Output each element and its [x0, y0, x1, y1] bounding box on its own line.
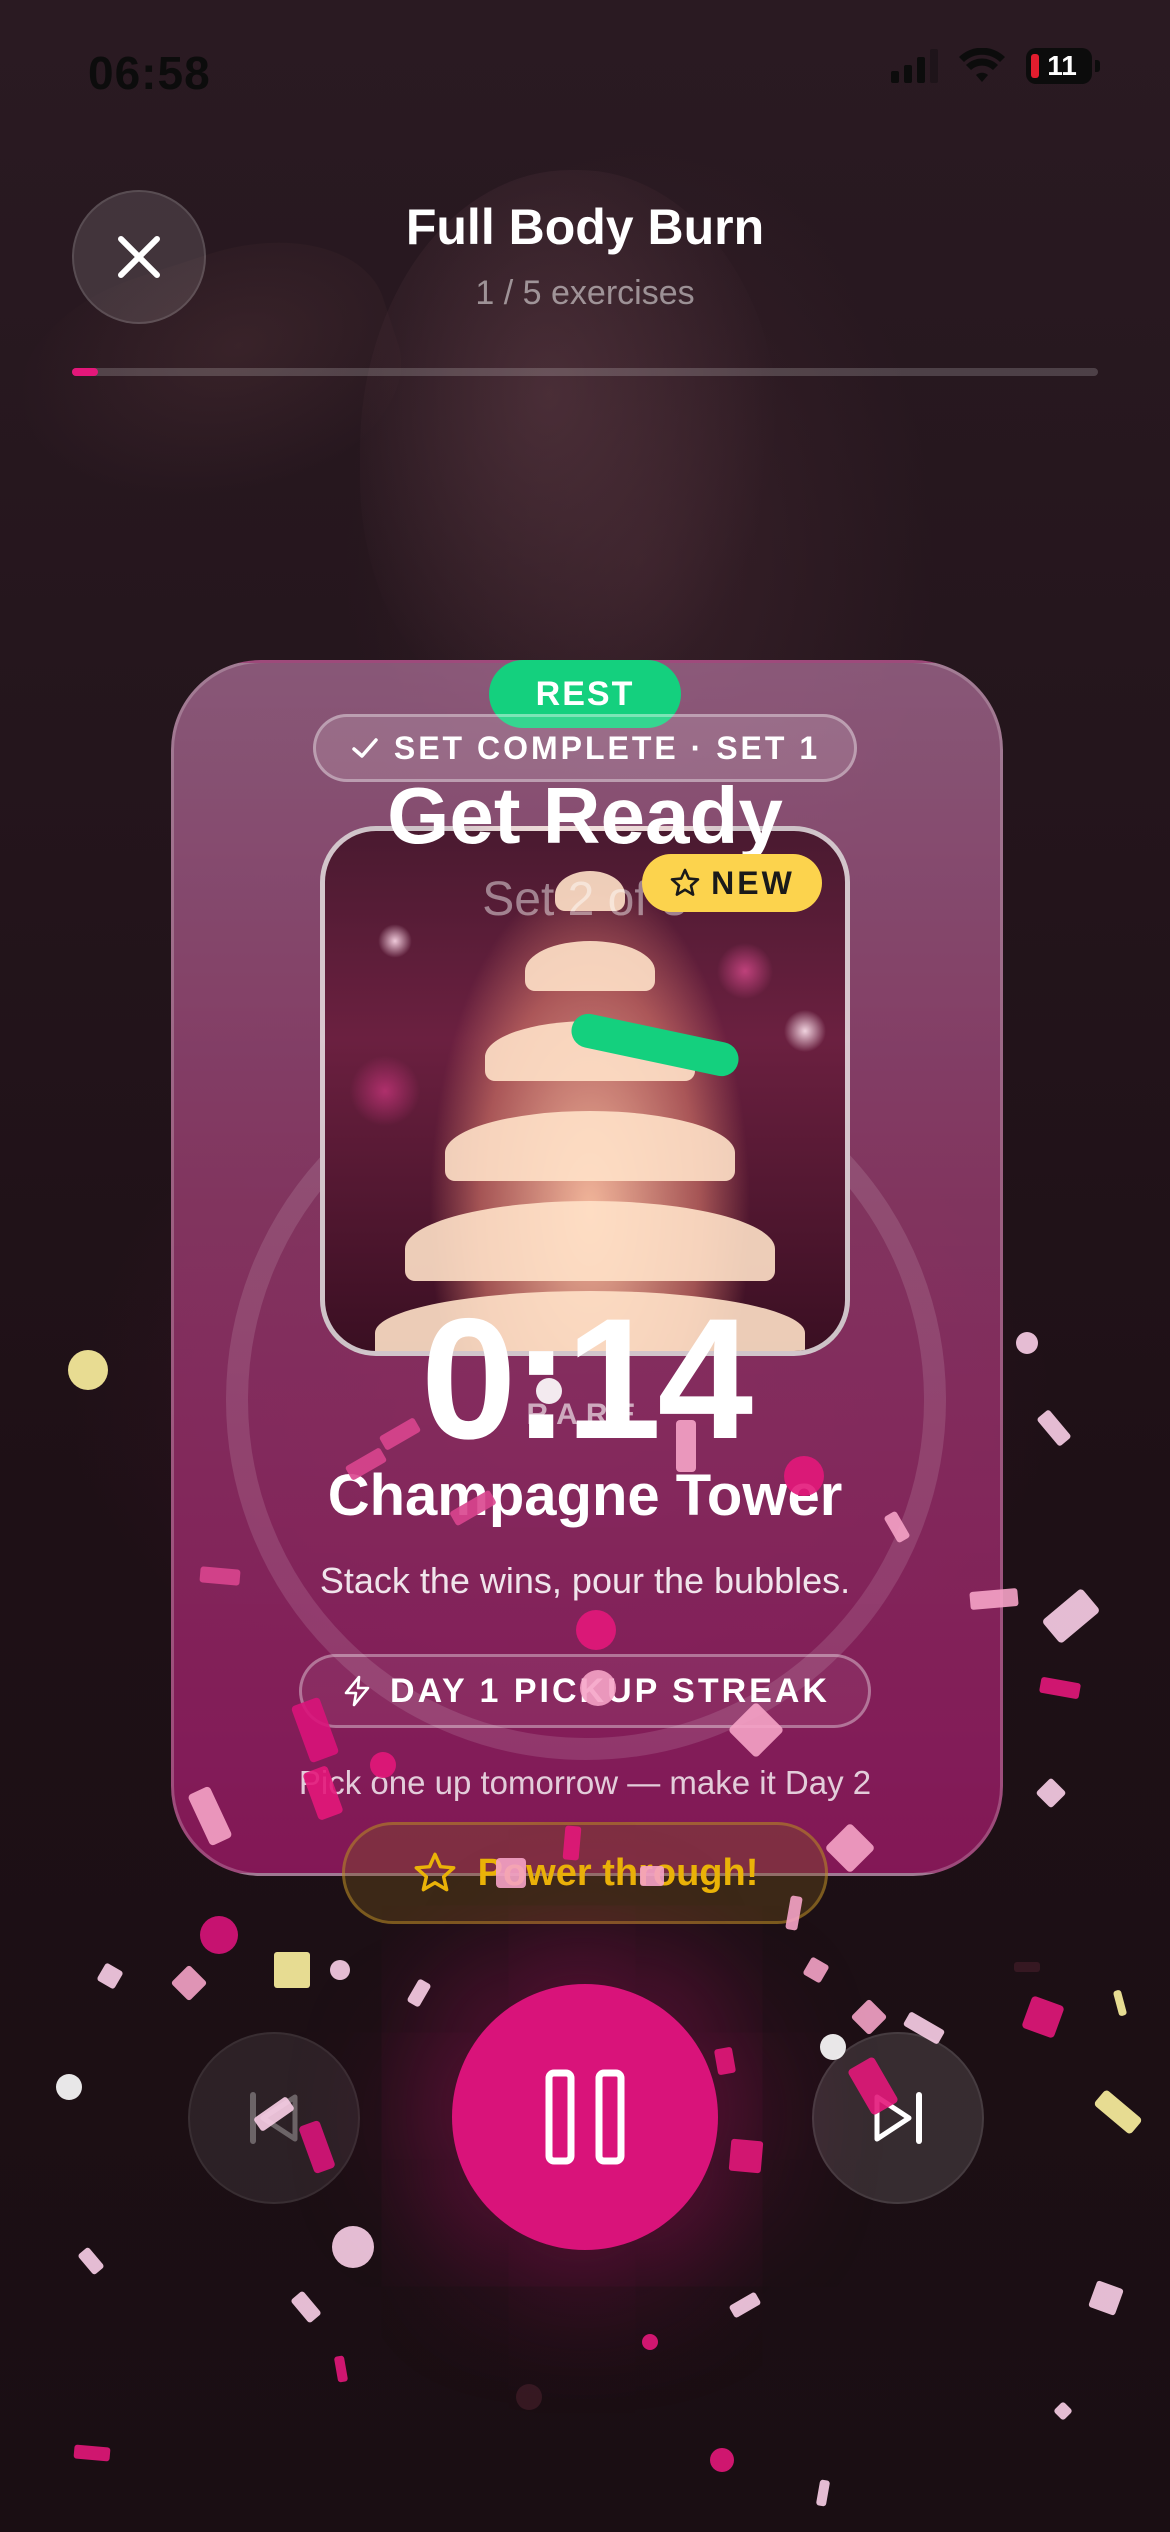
new-badge-label: NEW — [711, 864, 795, 901]
star-outline-icon — [414, 1852, 456, 1892]
confetti-piece — [562, 1825, 582, 1861]
confetti-piece — [200, 1916, 238, 1954]
status-icons: 11 — [891, 48, 1100, 84]
workout-progress-bar — [72, 368, 1098, 376]
confetti-piece — [580, 1670, 616, 1706]
confetti-piece — [332, 2226, 374, 2268]
confetti-piece — [642, 2334, 658, 2350]
lightning-icon — [344, 1675, 370, 1707]
confetti-piece — [199, 1566, 241, 1586]
set-complete-label: SET COMPLETE · SET 1 — [393, 729, 821, 766]
battery-icon: 11 — [1026, 48, 1100, 84]
cellular-signal-icon — [891, 49, 938, 83]
confetti-piece — [73, 2444, 111, 2462]
confetti-piece — [1016, 1332, 1038, 1354]
workout-title: Full Body Burn — [405, 199, 765, 255]
check-icon — [352, 738, 378, 758]
pause-button[interactable] — [452, 1984, 718, 2250]
reward-title: Champagne Tower — [327, 1463, 843, 1528]
confetti-piece — [516, 2384, 542, 2410]
confetti-piece — [68, 1350, 108, 1390]
star-icon — [670, 868, 700, 896]
confetti-piece — [274, 1952, 310, 1988]
confetti-piece — [576, 1610, 616, 1650]
pause-icon — [545, 2069, 625, 2165]
confetti-piece — [820, 2034, 846, 2060]
set-counter: Set 2 of 3 — [482, 873, 688, 926]
rest-timer: 0:14 — [420, 1283, 753, 1475]
get-ready-heading: Get Ready — [387, 771, 783, 860]
confetti-piece — [640, 1866, 664, 1886]
streak-note: Pick one up tomorrow — make it Day 2 — [298, 1764, 872, 1801]
new-badge: NEW — [642, 854, 822, 912]
confetti-piece — [676, 1420, 696, 1472]
set-complete-badge: SET COMPLETE · SET 1 — [313, 714, 857, 782]
confetti-piece — [728, 2138, 764, 2174]
confetti-piece — [330, 1960, 350, 1980]
workout-progress-fill — [72, 368, 98, 376]
rarity-label: RARE — [526, 1398, 644, 1431]
exercise-counter: 1 / 5 exercises — [475, 274, 695, 312]
confetti-piece — [370, 1752, 396, 1778]
power-through-button[interactable]: Power through! — [342, 1822, 828, 1924]
confetti-piece — [56, 2074, 82, 2100]
confetti-piece — [710, 2448, 734, 2472]
confetti-piece — [536, 1378, 562, 1404]
confetti-piece — [784, 1456, 824, 1496]
wifi-icon — [959, 48, 1005, 82]
confetti-piece — [1014, 1962, 1040, 1972]
battery-level: 11 — [1047, 50, 1077, 81]
status-time: 06:58 — [88, 47, 211, 99]
confetti-piece — [496, 1858, 526, 1888]
